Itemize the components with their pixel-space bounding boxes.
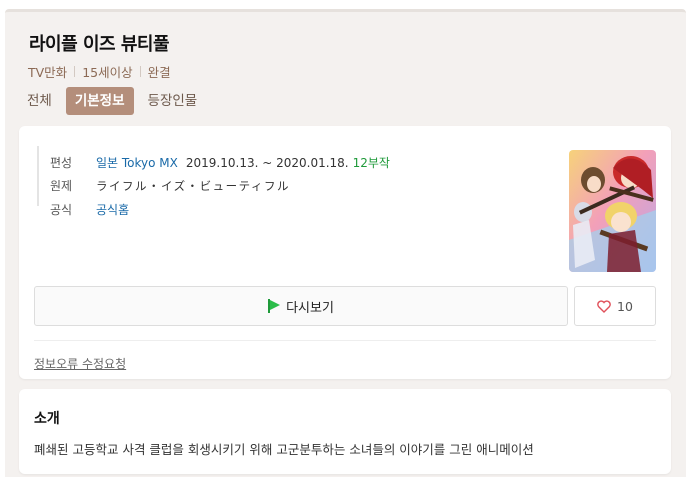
- intro-description: 폐쇄된 고등학교 사격 클럽을 회생시키기 위해 고군분투하는 소녀들의 이야기…: [34, 442, 534, 457]
- channel-link[interactable]: 일본 Tokyo MX: [96, 154, 178, 171]
- original-label: 원제: [50, 179, 73, 193]
- meta-info: TV만화 15세이상 완결: [28, 62, 171, 81]
- tab-characters[interactable]: 등장인물: [148, 87, 198, 115]
- report-error-link[interactable]: 정보오류 수정요청: [34, 355, 126, 372]
- info-row-official: 공식 공식홈: [50, 201, 129, 218]
- original-title: ライフル・イズ・ビューティフル: [96, 178, 290, 193]
- tab-basic-info[interactable]: 기본정보: [65, 87, 134, 115]
- poster-image[interactable]: [569, 150, 656, 272]
- meta-separator: [139, 66, 141, 77]
- intro-heading: 소개: [34, 411, 60, 427]
- info-card: 편성 일본 Tokyo MX 2019.10.13. ~ 2020.01.18.…: [19, 126, 671, 379]
- intro-card: 소개 폐쇄된 고등학교 사격 클럽을 회생시키기 위해 고군분투하는 소녀들의 …: [19, 389, 671, 474]
- poster-illustration: [569, 150, 656, 272]
- tab-bar: 전체 기본정보 등장인물: [27, 87, 211, 115]
- heart-icon: [597, 299, 611, 313]
- like-button[interactable]: 10: [574, 286, 656, 326]
- info-row-broadcast: 편성 일본 Tokyo MX 2019.10.13. ~ 2020.01.18.…: [50, 154, 390, 171]
- episode-count: 12부작: [352, 156, 390, 170]
- replay-button[interactable]: 다시보기: [34, 286, 568, 326]
- replay-label: 다시보기: [286, 300, 334, 316]
- meta-genre: TV만화: [28, 65, 68, 80]
- like-count: 10: [617, 298, 633, 314]
- official-label: 공식: [50, 203, 73, 217]
- content-panel: 라이플 이즈 뷰티풀 TV만화 15세이상 완결 전체 기본정보 등장인물 편성…: [5, 9, 686, 477]
- meta-status: 완결: [147, 65, 171, 80]
- broadcast-label: 편성: [50, 156, 73, 170]
- play-icon: [268, 299, 281, 313]
- broadcast-dates: 2019.10.13. ~ 2020.01.18.: [185, 155, 349, 170]
- divider: [34, 340, 656, 341]
- official-site-link[interactable]: 공식홈: [96, 201, 129, 218]
- meta-separator: [74, 66, 76, 77]
- info-divider-bar: [37, 146, 39, 206]
- tab-all[interactable]: 전체: [27, 87, 52, 115]
- page-title: 라이플 이즈 뷰티풀: [29, 34, 170, 55]
- info-row-original: 원제 ライフル・イズ・ビューティフル: [50, 177, 290, 194]
- meta-rating: 15세이상: [82, 65, 133, 80]
